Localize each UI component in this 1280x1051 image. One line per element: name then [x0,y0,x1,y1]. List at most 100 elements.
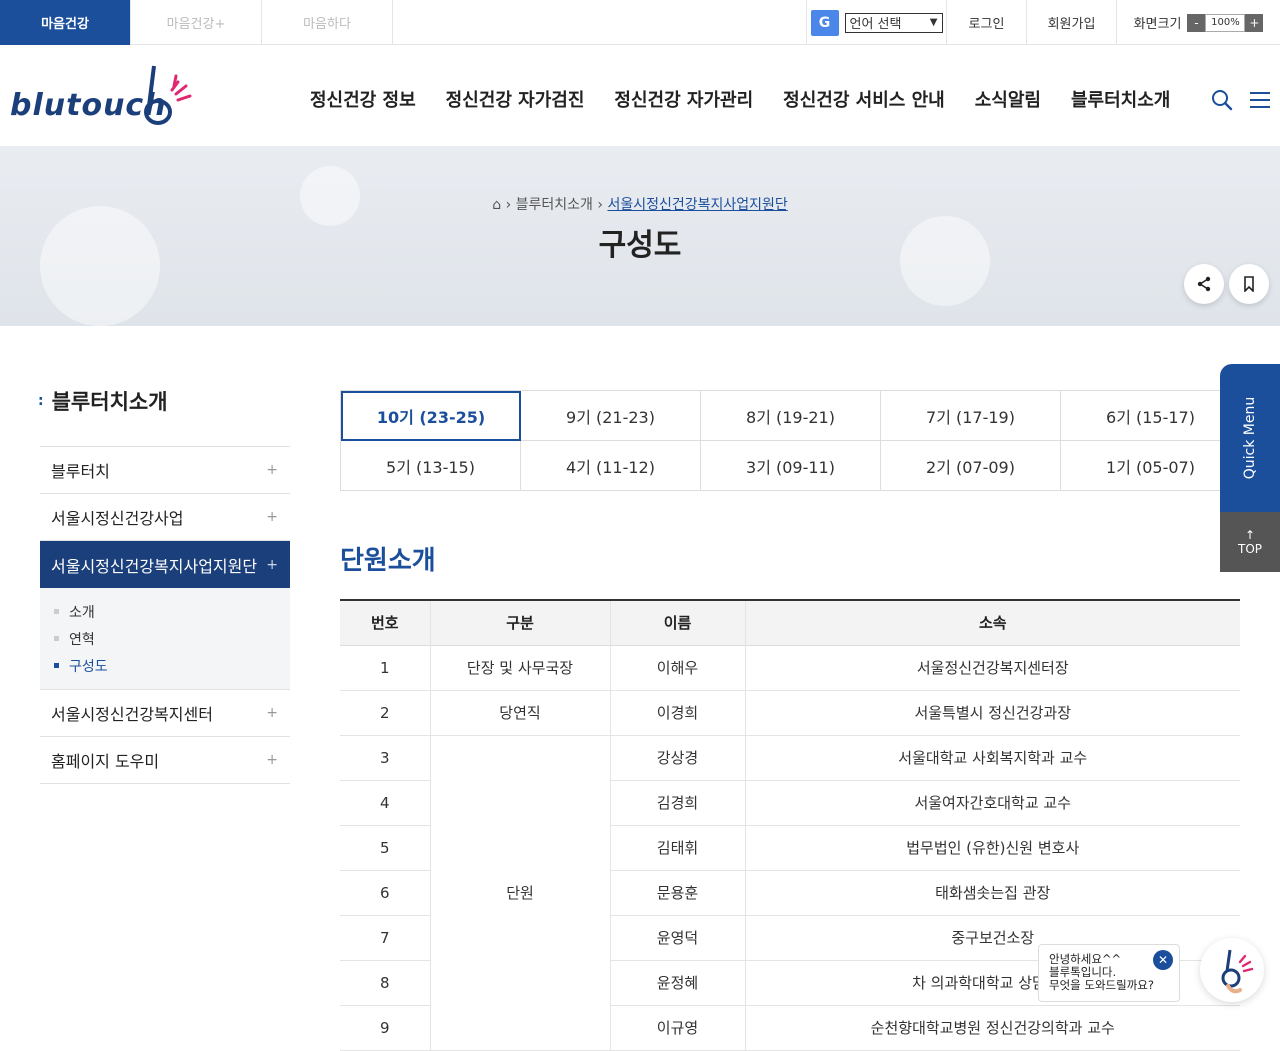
lnb-item-seoul-mental-health-project[interactable]: 서울시정신건강사업 + [40,494,290,541]
plus-icon: + [266,509,278,525]
lnb-item-label: 서울시정신건강복지사업지원단 [51,556,258,576]
col-header-name: 이름 [610,600,746,646]
page-title: 구성도 [598,228,682,263]
col-header-category: 구분 [430,600,611,646]
login-link[interactable]: 로그인 [946,0,1026,45]
lnb-title-text: 블루터치소개 [51,390,168,414]
bullet-icon [54,636,59,641]
lnb-item-site-help[interactable]: 홈페이지 도우미 + [40,737,290,784]
tab-gen-8[interactable]: 8기 (19-21) [701,391,881,441]
tab-gen-9[interactable]: 9기 (21-23) [521,391,701,441]
logo[interactable]: blutouch [10,64,200,134]
arrow-up-icon: ↑ [1244,528,1256,542]
table-row: 1 단장 및 사무국장 이해우 서울정신건강복지센터장 [340,645,1240,691]
cell-category: 단원 [430,735,611,1051]
share-icon [1197,276,1211,292]
language-selector: G 언어 선택 ▼ [806,0,946,45]
tab-gen-10[interactable]: 10기 (23-25) [341,391,521,441]
nav-self-check[interactable]: 정신건강 자가검진 [446,86,585,112]
bullet-icon [54,609,59,614]
home-icon[interactable]: ⌂ [492,197,501,213]
cell-affiliation: 서울특별시 정신건강과장 [745,690,1240,736]
nav-news[interactable]: 소식알림 [975,86,1041,112]
chatbot-mascot-icon [1221,949,1254,994]
tab-maeum-geongang-plus[interactable]: 마음건강+ [131,0,262,45]
cell-category: 단장 및 사무국장 [430,645,611,691]
chatbot-avatar[interactable] [1200,938,1264,1002]
share-button[interactable] [1184,264,1224,304]
signup-link[interactable]: 회원가입 [1026,0,1116,45]
plus-icon: + [266,752,278,768]
cell-number: 1 [340,645,431,691]
search-icon[interactable] [1210,88,1234,112]
lnb-title: : 블루터치소개 [38,386,168,416]
zoom-out-button[interactable]: - [1187,13,1206,32]
plus-icon: + [266,462,278,478]
lnb-item-seoul-center[interactable]: 서울시정신건강복지센터 + [40,690,290,737]
lnb-sub-label: 소개 [69,604,95,621]
section-title: 단원소개 [340,546,436,576]
zoom-value: 100% [1205,13,1246,32]
quick-menu-label: Quick Menu [1242,396,1259,480]
lnb-sub-intro[interactable]: 소개 [54,598,290,625]
bookmark-button[interactable] [1229,264,1269,304]
breadcrumb-current[interactable]: 서울시정신건강복지사업지원단 [607,197,787,213]
lnb-sub-organization[interactable]: 구성도 [54,652,290,679]
cell-name: 이규영 [610,1005,746,1051]
tab-gen-2[interactable]: 2기 (07-09) [881,441,1061,491]
zoom-label: 화면크기 [1133,17,1182,32]
google-translate-icon: G [810,9,839,36]
cell-name: 김경희 [610,780,746,826]
cell-number: 9 [340,1005,431,1051]
cell-number: 2 [340,690,431,736]
nav-service-guide[interactable]: 정신건강 서비스 안내 [783,86,945,112]
tab-gen-4[interactable]: 4기 (11-12) [521,441,701,491]
breadcrumb-item[interactable]: 블루터치소개 [516,197,593,213]
cell-name: 이경희 [610,690,746,736]
language-select-value: 언어 선택 [849,17,902,32]
language-select[interactable]: 언어 선택 ▼ [844,12,943,33]
cell-number: 5 [340,825,431,871]
cell-category: 당연직 [430,690,611,736]
tab-gen-6[interactable]: 6기 (15-17) [1061,391,1241,441]
breadcrumb-separator: › [597,197,603,213]
lnb-item-label: 홈페이지 도우미 [51,752,160,771]
tab-maeum-hada[interactable]: 마음하다 [262,0,393,45]
cell-affiliation: 서울정신건강복지센터장 [745,645,1240,691]
tab-maeum-geongang[interactable]: 마음건강 [0,0,131,45]
zoom-in-button[interactable]: + [1245,13,1264,32]
menu-icon[interactable] [1248,88,1272,112]
chat-close-icon[interactable]: ✕ [1153,950,1173,970]
table-row: 3 단원 강상경 서울대학교 사회복지학과 교수 [340,735,1240,1051]
lnb-sub-label: 구성도 [69,658,108,675]
scroll-top-label: TOP [1237,542,1262,556]
table-row: 2 당연직 이경희 서울특별시 정신건강과장 [340,690,1240,736]
cell-number: 7 [340,915,431,961]
lnb-item-label: 블루터치 [51,462,110,481]
breadcrumb-separator: › [505,197,512,213]
tab-gen-3[interactable]: 3기 (09-11) [701,441,881,491]
bullet-icon [54,663,59,668]
nav-mental-health-info[interactable]: 정신건강 정보 [310,86,416,112]
lnb-sub-history[interactable]: 연혁 [54,625,290,652]
lnb-sub-label: 연혁 [69,631,95,648]
nav-about[interactable]: 블루터치소개 [1071,86,1170,112]
col-header-number: 번호 [340,600,431,646]
tab-gen-7[interactable]: 7기 (17-19) [881,391,1061,441]
scroll-top-button[interactable]: ↑ TOP [1220,512,1280,572]
nav-self-care[interactable]: 정신건강 자가관리 [614,86,753,112]
cell-name: 김태휘 [610,825,746,871]
generation-tabs: 10기 (23-25) 9기 (21-23) 8기 (19-21) 7기 (17… [340,390,1241,491]
lnb-item-blutouch[interactable]: 블루터치 + [40,447,290,494]
cell-affiliation: 태화샘솟는집 관장 [745,870,1240,916]
cell-name: 윤정혜 [610,960,746,1006]
tab-gen-5[interactable]: 5기 (13-15) [341,441,521,491]
cell-affiliation: 서울대학교 사회복지학과 교수 [745,735,1240,781]
tab-gen-1[interactable]: 1기 (05-07) [1061,441,1241,491]
chat-line: 무엇을 도와드릴까요? [1049,978,1154,992]
lnb-item-label: 서울시정신건강복지센터 [51,705,213,724]
col-header-affiliation: 소속 [745,600,1240,646]
cell-name: 이해우 [610,645,746,691]
quick-menu-button[interactable]: Quick Menu [1220,364,1280,512]
lnb-item-support-group[interactable]: 서울시정신건강복지사업지원단 + [40,541,290,588]
